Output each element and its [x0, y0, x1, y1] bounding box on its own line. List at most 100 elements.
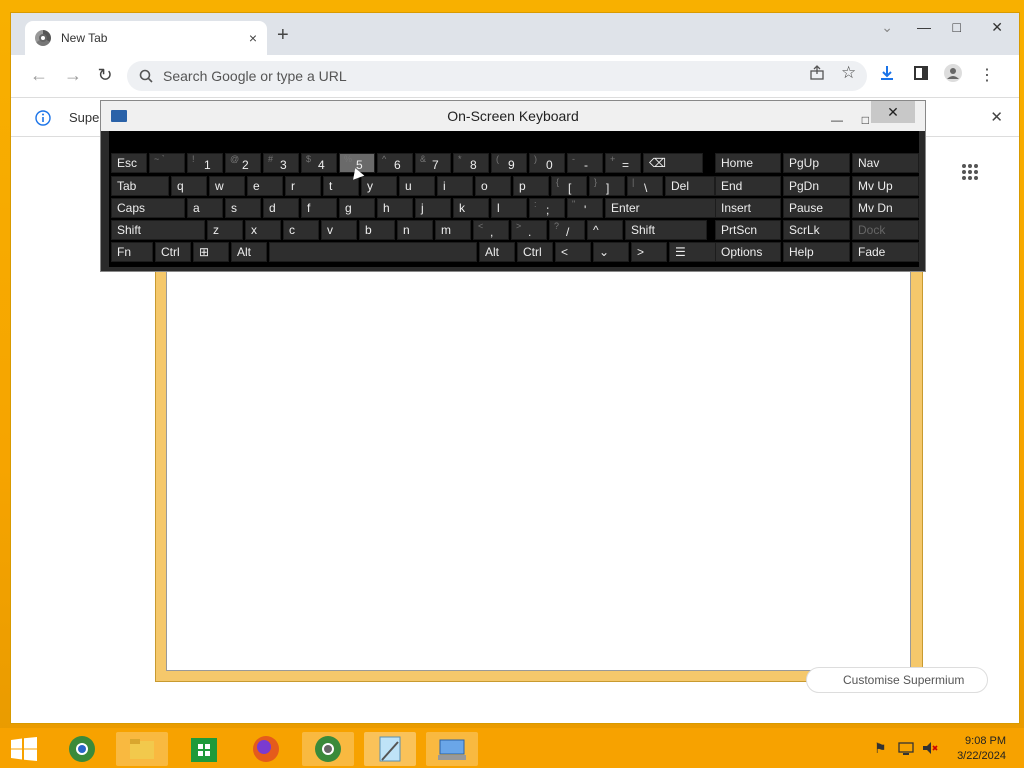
nav-key-nav[interactable]: Nav	[852, 153, 919, 173]
apps-icon[interactable]	[961, 163, 979, 186]
nav-key-home[interactable]: Home	[715, 153, 781, 173]
forward-button[interactable]: →	[63, 65, 83, 85]
text-area[interactable]	[166, 271, 911, 671]
tab-new-tab[interactable]: New Tab ×	[25, 21, 267, 55]
key-0-2[interactable]: ! 1	[187, 153, 223, 173]
key-0-3[interactable]: @2	[225, 153, 261, 173]
key-1-3[interactable]: e	[247, 176, 283, 196]
infobar-close-button[interactable]: ✕	[990, 108, 1003, 126]
key-1-1[interactable]: q	[171, 176, 207, 196]
key-2-0[interactable]: Caps	[111, 198, 185, 218]
key-0-4[interactable]: #3	[263, 153, 299, 173]
volume-muted-icon[interactable]	[922, 740, 938, 756]
key-3-0[interactable]: Shift	[111, 220, 205, 240]
key-0-9[interactable]: * 8	[453, 153, 489, 173]
tab-search-button[interactable]: ⌄	[881, 19, 893, 36]
nav-key-prtscn[interactable]: PrtScn	[715, 220, 781, 240]
key-1-4[interactable]: r	[285, 176, 321, 196]
reload-button[interactable]: ↻	[95, 65, 115, 85]
clock[interactable]: 9:08 PM 3/22/2024	[957, 734, 1006, 764]
key-2-7[interactable]: j	[415, 198, 451, 218]
back-button[interactable]: ←	[29, 65, 49, 85]
key-2-10[interactable]: :;	[529, 198, 565, 218]
download-icon[interactable]	[879, 65, 895, 81]
nav-key-dock[interactable]: Dock	[852, 220, 919, 240]
key-1-9[interactable]: o	[475, 176, 511, 196]
key-0-5[interactable]: $4	[301, 153, 337, 173]
key-2-8[interactable]: k	[453, 198, 489, 218]
key-1-6[interactable]: y	[361, 176, 397, 196]
nav-key-scrlk[interactable]: ScrLk	[783, 220, 850, 240]
key-2-11[interactable]: " '	[567, 198, 603, 218]
file-explorer-icon[interactable]	[116, 732, 168, 766]
key-1-12[interactable]: }]	[589, 176, 625, 196]
profile-icon[interactable]	[943, 63, 963, 83]
store-icon[interactable]	[178, 732, 230, 766]
menu-icon[interactable]: ⋮	[979, 65, 995, 85]
close-button[interactable]: ✕	[991, 19, 1003, 36]
key-3-5[interactable]: b	[359, 220, 395, 240]
flag-icon[interactable]: ⚑	[874, 740, 887, 757]
chrome-taskbar-icon[interactable]	[56, 732, 108, 766]
nav-key-pause[interactable]: Pause	[783, 198, 850, 218]
maximize-button[interactable]: □	[953, 19, 961, 35]
key-4-10[interactable]: ☰	[669, 242, 717, 262]
nav-key-mv-up[interactable]: Mv Up	[852, 176, 919, 196]
key-3-4[interactable]: v	[321, 220, 357, 240]
start-button[interactable]	[10, 737, 38, 761]
key-2-1[interactable]: a	[187, 198, 223, 218]
key-4-2[interactable]: ⊞	[193, 242, 229, 262]
key-3-12[interactable]: Shift	[625, 220, 707, 240]
key-1-11[interactable]: {[	[551, 176, 587, 196]
key-2-5[interactable]: g	[339, 198, 375, 218]
nav-key-fade[interactable]: Fade	[852, 242, 919, 262]
key-1-8[interactable]: i	[437, 176, 473, 196]
key-2-3[interactable]: d	[263, 198, 299, 218]
key-1-7[interactable]: u	[399, 176, 435, 196]
key-1-13[interactable]: | \	[627, 176, 663, 196]
minimize-button[interactable]: —	[917, 19, 931, 35]
key-3-9[interactable]: >.	[511, 220, 547, 240]
sidebar-icon[interactable]	[913, 65, 929, 81]
key-0-11[interactable]: ) 0	[529, 153, 565, 173]
key-2-2[interactable]: s	[225, 198, 261, 218]
star-icon[interactable]: ☆	[841, 63, 856, 83]
key-2-6[interactable]: h	[377, 198, 413, 218]
firefox-icon[interactable]	[240, 732, 292, 766]
key-4-9[interactable]: >	[631, 242, 667, 262]
customise-button[interactable]: Customise Supermium	[806, 667, 988, 693]
key-0-0[interactable]: Esc	[111, 153, 147, 173]
key-1-0[interactable]: Tab	[111, 176, 169, 196]
key-0-10[interactable]: (9	[491, 153, 527, 173]
key-2-4[interactable]: f	[301, 198, 337, 218]
key-0-8[interactable]: & 7	[415, 153, 451, 173]
key-4-3[interactable]: Alt	[231, 242, 267, 262]
nav-key-pgdn[interactable]: PgDn	[783, 176, 850, 196]
key-4-6[interactable]: Ctrl	[517, 242, 553, 262]
nav-key-pgup[interactable]: PgUp	[783, 153, 850, 173]
notepad-icon[interactable]	[364, 732, 416, 766]
key-1-2[interactable]: w	[209, 176, 245, 196]
omnibox[interactable]: Search Google or type a URL	[127, 61, 867, 91]
key-1-14[interactable]: Del	[665, 176, 715, 196]
key-3-6[interactable]: n	[397, 220, 433, 240]
key-0-13[interactable]: + =	[605, 153, 641, 173]
key-3-8[interactable]: <,	[473, 220, 509, 240]
nav-key-end[interactable]: End	[715, 176, 781, 196]
nav-key-help[interactable]: Help	[783, 242, 850, 262]
key-4-4[interactable]	[269, 242, 477, 262]
key-3-7[interactable]: m	[435, 220, 471, 240]
key-4-5[interactable]: Alt	[479, 242, 515, 262]
key-2-12[interactable]: Enter	[605, 198, 717, 218]
supermium-taskbar-icon[interactable]	[302, 732, 354, 766]
nav-key-insert[interactable]: Insert	[715, 198, 781, 218]
key-3-11[interactable]: ^	[587, 220, 623, 240]
key-3-2[interactable]: x	[245, 220, 281, 240]
key-3-3[interactable]: c	[283, 220, 319, 240]
tab-close-button[interactable]: ×	[249, 30, 257, 46]
osk-taskbar-icon[interactable]	[426, 732, 478, 766]
key-0-7[interactable]: ^ 6	[377, 153, 413, 173]
key-4-8[interactable]: ⌄	[593, 242, 629, 262]
key-4-7[interactable]: <	[555, 242, 591, 262]
key-0-1[interactable]: ~ `	[149, 153, 185, 173]
